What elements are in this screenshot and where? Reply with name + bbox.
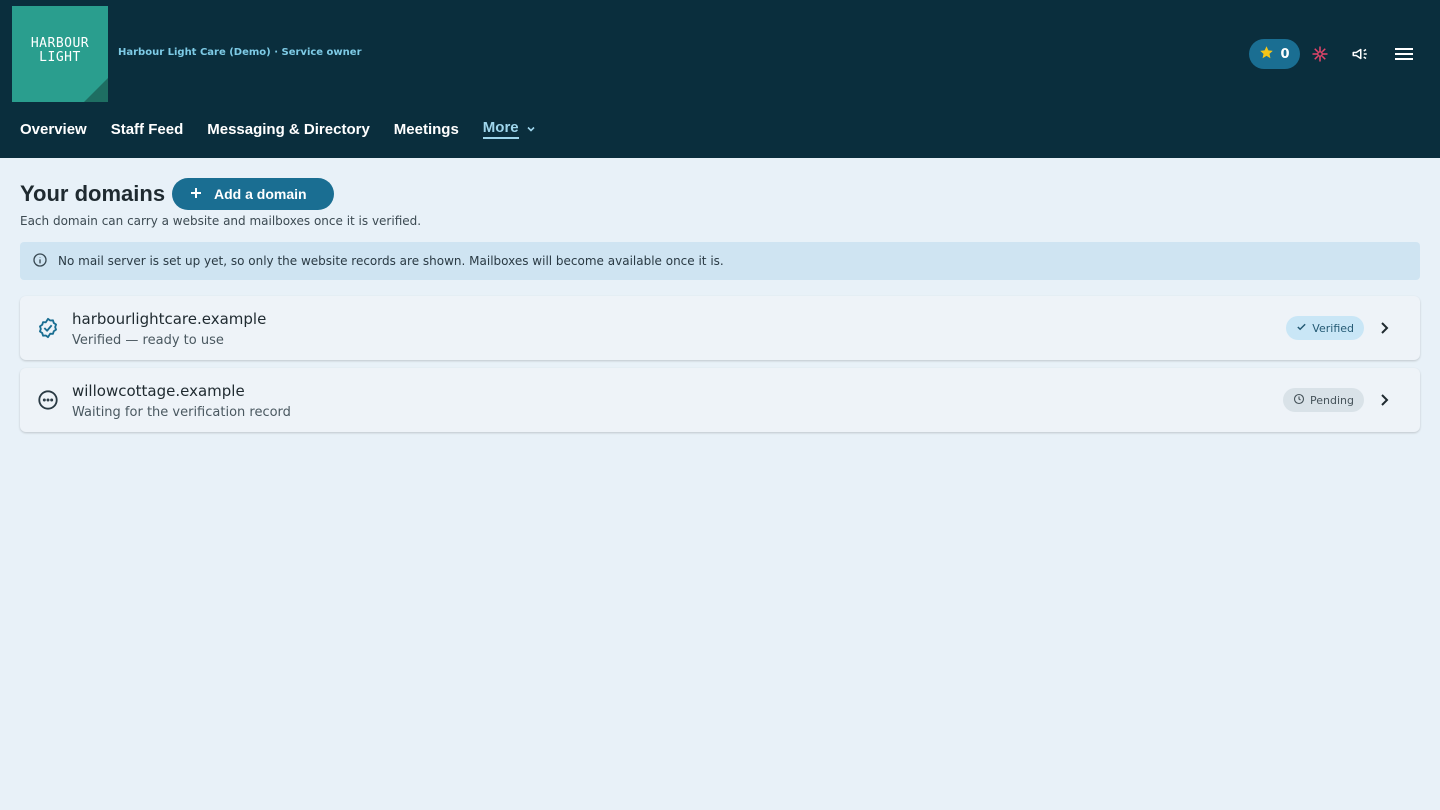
plus-icon [190, 186, 202, 202]
top-header: HARBOUR LIGHT Harbour Light Care (Demo) … [0, 0, 1440, 158]
chevron-down-icon [525, 123, 537, 135]
chevron-right-icon [1374, 318, 1394, 338]
nav-more-dropdown[interactable]: More [482, 119, 537, 139]
add-domain-button[interactable]: Add a domain [172, 178, 334, 210]
nav-staff-feed[interactable]: Staff Feed [111, 121, 184, 138]
nav-meetings[interactable]: Meetings [394, 121, 459, 138]
domain-name: harbourlightcare.example [72, 310, 267, 328]
chevron-right-icon [1374, 390, 1394, 410]
snowflake-alert-icon[interactable] [1310, 44, 1330, 64]
nav-overview[interactable]: Overview [20, 121, 87, 138]
star-icon [1259, 45, 1274, 64]
clock-icon [1293, 393, 1305, 408]
domain-row-willowcottage[interactable]: willowcottage.example Waiting for the ve… [20, 368, 1420, 432]
announcements-megaphone-icon[interactable] [1350, 44, 1370, 64]
harbour-light-logo[interactable]: HARBOUR LIGHT [12, 6, 108, 102]
stars-counter-button[interactable]: 0 [1249, 39, 1300, 69]
status-badge-label: Verified [1312, 321, 1354, 335]
status-badge-label: Pending [1310, 393, 1354, 407]
domain-row-harbourlightcare[interactable]: harbourlightcare.example Verified — read… [20, 296, 1420, 360]
mail-server-info-banner: No mail server is set up yet, so only th… [20, 242, 1420, 280]
verified-badge-icon [37, 317, 59, 339]
info-banner-text: No mail server is set up yet, so only th… [58, 254, 724, 268]
add-domain-label: Add a domain [214, 186, 307, 202]
check-icon [1296, 321, 1307, 335]
nav-more-label: More [482, 119, 519, 139]
status-badge-pending: Pending [1283, 388, 1364, 412]
page-subtitle: Each domain can carry a website and mail… [20, 214, 422, 228]
domain-status-text: Verified — ready to use [72, 333, 224, 348]
domain-name: willowcottage.example [72, 382, 245, 400]
info-icon [32, 252, 48, 271]
status-badge-verified: Verified [1286, 316, 1364, 340]
nav-messaging-directory[interactable]: Messaging & Directory [207, 121, 370, 138]
logo-text: HARBOUR LIGHT [30, 36, 90, 65]
page-title: Your domains [20, 181, 166, 206]
menu-hamburger-icon[interactable] [1394, 44, 1414, 64]
stars-count: 0 [1280, 46, 1290, 62]
domain-status-text: Waiting for the verification record [72, 405, 291, 420]
pending-dots-icon [37, 389, 59, 411]
organization-role-line: Harbour Light Care (Demo) · Service owne… [118, 47, 362, 58]
main-navigation: Overview Staff Feed Messaging & Director… [20, 117, 561, 141]
